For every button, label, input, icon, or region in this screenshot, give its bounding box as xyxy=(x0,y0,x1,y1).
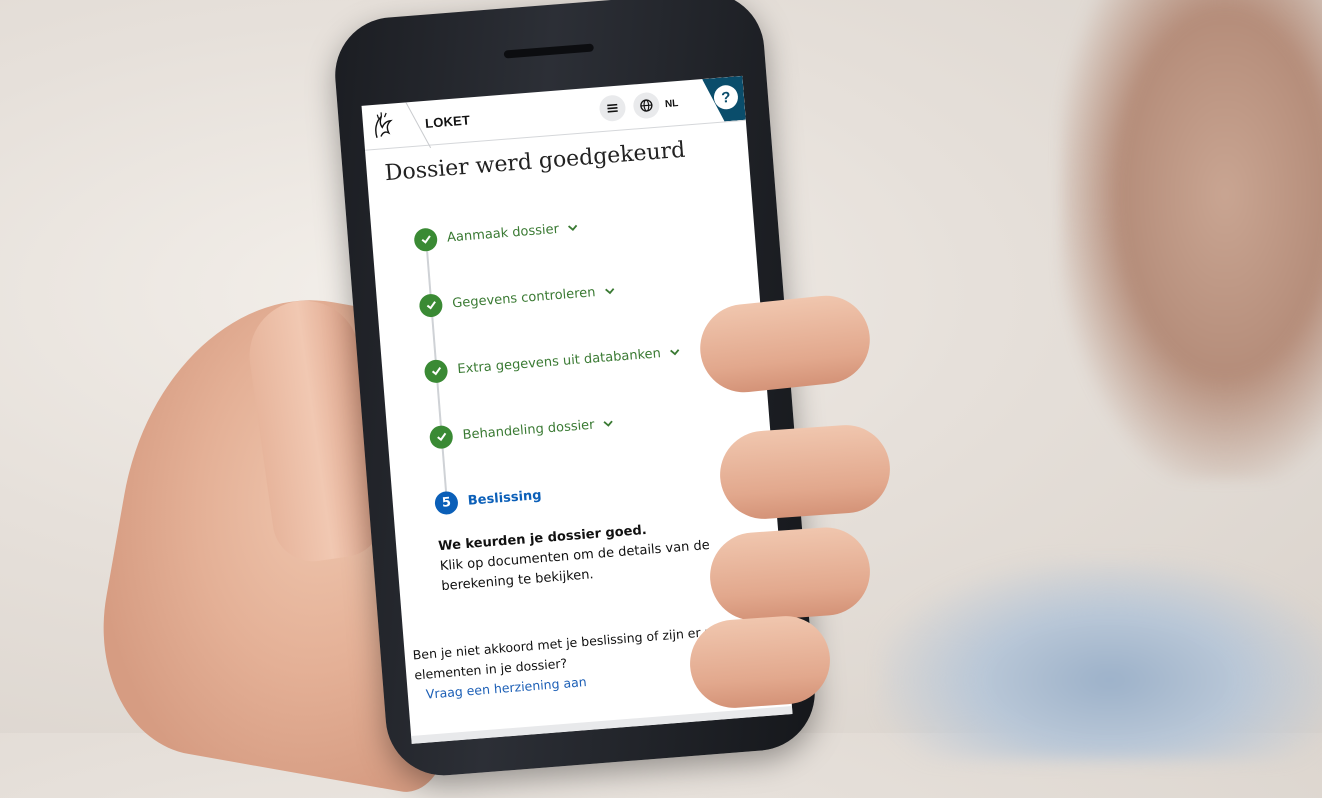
chevron-down-icon xyxy=(669,349,680,356)
menu-button[interactable] xyxy=(598,94,627,123)
globe-button xyxy=(632,91,661,120)
language-label: NL xyxy=(664,97,679,110)
check-icon xyxy=(418,292,444,318)
language-selector[interactable]: NL xyxy=(632,90,679,120)
timeline-step-behandeling-dossier[interactable]: Behandeling dossier xyxy=(428,399,770,450)
chevron-down-icon xyxy=(604,288,614,295)
step-label: Extra gegevens uit databanken xyxy=(456,345,662,377)
hamburger-menu-icon xyxy=(606,103,618,113)
step-number-badge: 5 xyxy=(434,490,459,515)
step-label: Behandeling dossier xyxy=(462,417,596,443)
help-button[interactable]: ? xyxy=(687,76,746,124)
screen-bottom-bar xyxy=(411,705,793,744)
chevron-down-icon xyxy=(603,420,613,427)
phone-speaker xyxy=(503,43,594,59)
step-label: Gegevens controleren xyxy=(451,284,596,311)
help-icon: ? xyxy=(713,84,739,110)
timeline-step-gegevens-controleren[interactable]: Gegevens controleren xyxy=(418,267,759,318)
header-divider xyxy=(401,101,426,147)
hand-little-finger xyxy=(687,613,833,711)
check-icon xyxy=(423,358,449,384)
hand-middle-finger xyxy=(717,422,893,522)
background-shoulder xyxy=(1060,0,1322,480)
header-actions: NL ? xyxy=(597,76,745,131)
background-shirt xyxy=(880,560,1322,760)
globe-icon xyxy=(639,99,653,112)
app-title[interactable]: LOKET xyxy=(424,112,470,130)
step-label-current: Beslissing xyxy=(467,487,543,509)
check-icon xyxy=(428,424,454,450)
step-label: Aanmaak dossier xyxy=(446,221,560,246)
hand-ring-finger xyxy=(707,524,873,624)
timeline-step-aanmaak-dossier[interactable]: Aanmaak dossier xyxy=(413,202,754,253)
chevron-down-icon xyxy=(568,224,578,231)
check-icon xyxy=(413,226,439,252)
flemish-lion-logo-icon[interactable] xyxy=(362,103,405,150)
